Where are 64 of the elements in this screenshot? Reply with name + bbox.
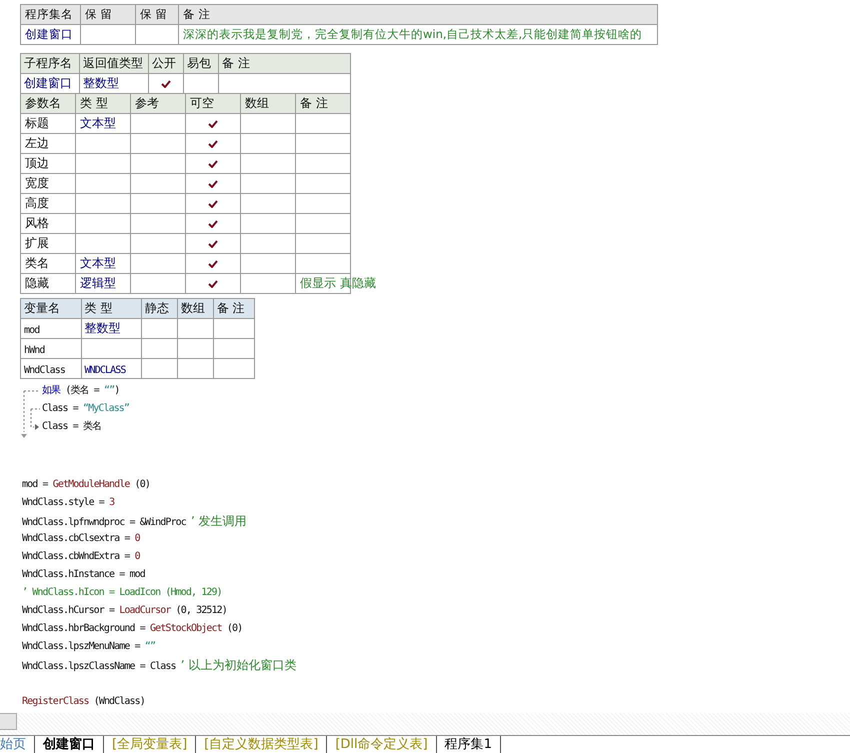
tab[interactable]: 始页: [0, 736, 35, 753]
table-cell: 创建窗口: [25, 27, 73, 41]
table-cell: 顶边: [25, 156, 49, 170]
table-cell: 整数型: [84, 321, 121, 335]
tab[interactable]: 程序集1: [436, 736, 501, 753]
scroll-box[interactable]: [0, 713, 17, 730]
tab[interactable]: [自定义数据类型表]: [196, 736, 328, 753]
column-header: 数组: [181, 301, 205, 315]
code-line: Class = 类名: [42, 420, 102, 434]
code-line: WndClass.lpfnwndproc = &WindProc ’ 发生调用: [22, 513, 248, 530]
table-cell: 隐藏: [25, 276, 49, 290]
column-header: 易包: [187, 56, 211, 70]
tab[interactable]: 创建窗口: [35, 736, 104, 753]
table-cell: 创建窗口: [24, 76, 72, 90]
table-cell: WndClass: [24, 364, 65, 376]
column-header: 备 注: [300, 96, 328, 110]
code-line: 如果 (类名 = “”): [42, 384, 120, 398]
column-header: 参数名: [25, 96, 61, 110]
table-cell: 文本型: [80, 256, 116, 270]
code-line: WndClass.cbClsextra = 0: [22, 532, 141, 546]
column-header: 变量名: [24, 301, 60, 315]
code-line: WndClass.hInstance = mod: [22, 568, 146, 582]
column-header: 备 注: [222, 56, 250, 70]
column-header: 静态: [145, 301, 170, 315]
code-line: Class = “MyClass”: [42, 402, 130, 416]
column-header: 保 留: [85, 7, 113, 21]
code-line: WndClass.cbWndExtra = 0: [22, 550, 141, 564]
table-cell: 标题: [25, 116, 49, 130]
table-cell: mod: [24, 324, 40, 336]
column-header: 程序集名: [25, 7, 73, 21]
table-cell: 左边: [25, 136, 49, 150]
code-line: WndClass.lpszClassName = Class ’ 以上为初始化窗口类: [22, 657, 298, 674]
table-cell: 文本型: [80, 116, 116, 130]
table-cell: WNDCLASS: [84, 364, 126, 376]
table-cell: 类名: [25, 256, 49, 270]
column-header: 返回值类型: [83, 56, 143, 70]
column-header: 可空: [190, 96, 214, 110]
table-cell: 风格: [25, 216, 49, 230]
table-cell: 逻辑型: [80, 276, 116, 290]
tab[interactable]: [全局变量表]: [104, 736, 196, 753]
tab[interactable]: [Dll命令定义表]: [327, 736, 437, 753]
column-header: 类 型: [84, 301, 112, 315]
table-cell: hWnd: [24, 344, 44, 356]
code-line: WndClass.lpszMenuName = “”: [22, 640, 156, 654]
column-header: 备 注: [216, 301, 245, 315]
column-header: 类 型: [80, 96, 108, 110]
code-line: WndClass.hbrBackground = GetStockObject (0): [22, 622, 244, 636]
code-line: RegisterClass (WndClass): [22, 695, 146, 709]
column-header: 数组: [245, 96, 269, 110]
table-cell: 深深的表示我是复制党，完全复制有位大牛的win,自己技术太差,只能创建简单按钮啥的: [183, 27, 642, 41]
table-cell: 扩展: [25, 236, 49, 250]
column-header: 公开: [152, 56, 176, 70]
table-cell: 整数型: [83, 76, 119, 90]
table-cell: 高度: [25, 196, 49, 210]
column-header: 保 留: [140, 7, 168, 21]
table-cell: 假显示 真隐藏: [300, 276, 376, 290]
column-header: 子程序名: [24, 56, 72, 70]
code-line: mod = GetModuleHandle (0): [22, 478, 152, 492]
code-line: ’ WndClass.hIcon = LoadIcon (Hmod, 129): [22, 586, 223, 600]
code-line: WndClass.hCursor = LoadCursor (0, 32512): [22, 604, 228, 618]
table-cell: 宽度: [25, 176, 49, 190]
code-line: WndClass.style = 3: [22, 496, 116, 510]
column-header: 备 注: [183, 7, 211, 21]
column-header: 参考: [135, 96, 159, 110]
